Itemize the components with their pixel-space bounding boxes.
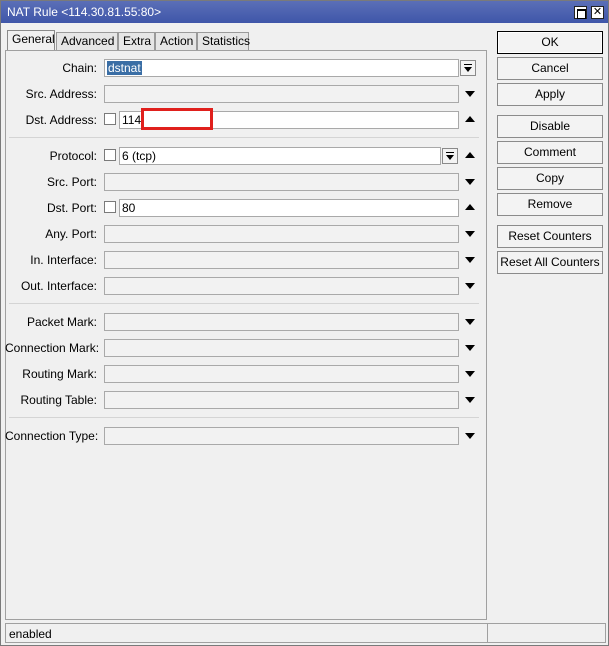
routing-mark-field[interactable] bbox=[104, 365, 459, 383]
dst-port-value: 80 bbox=[122, 201, 136, 215]
comment-button[interactable]: Comment bbox=[497, 141, 603, 164]
packet-mark-expand-icon[interactable] bbox=[463, 315, 477, 329]
connection-mark-expand-icon[interactable] bbox=[463, 341, 477, 355]
maximize-icon[interactable] bbox=[574, 6, 587, 19]
connection-mark-field[interactable] bbox=[104, 339, 459, 357]
copy-button[interactable]: Copy bbox=[497, 167, 603, 190]
dst-port-label: Dst. Port: bbox=[46, 201, 97, 215]
any-port-field[interactable] bbox=[104, 225, 459, 243]
protocol-value: 6 (tcp) bbox=[122, 149, 157, 163]
connection-mark-label: Connection Mark: bbox=[5, 341, 100, 355]
packet-mark-label: Packet Mark: bbox=[26, 315, 97, 329]
dst-address-value: 114 bbox=[122, 113, 142, 127]
status-bar: enabled bbox=[5, 623, 606, 643]
tab-extra[interactable]: Extra bbox=[118, 32, 155, 50]
title-bar[interactable]: NAT Rule <114.30.81.55:80> ✕ bbox=[1, 1, 608, 23]
chain-dropdown-icon[interactable] bbox=[460, 60, 476, 76]
packet-mark-field[interactable] bbox=[104, 313, 459, 331]
reset-all-counters-button[interactable]: Reset All Counters bbox=[497, 251, 603, 274]
any-port-expand-icon[interactable] bbox=[463, 227, 477, 241]
reset-counters-button[interactable]: Reset Counters bbox=[497, 225, 603, 248]
src-address-field[interactable] bbox=[104, 85, 459, 103]
src-port-expand-icon[interactable] bbox=[463, 175, 477, 189]
src-port-field[interactable] bbox=[104, 173, 459, 191]
routing-table-expand-icon[interactable] bbox=[463, 393, 477, 407]
tab-action[interactable]: Action bbox=[155, 32, 197, 50]
dst-port-field[interactable]: 80 bbox=[119, 199, 459, 217]
dst-address-label: Dst. Address: bbox=[25, 113, 97, 127]
tab-statistics[interactable]: Statistics bbox=[197, 32, 250, 50]
out-interface-expand-icon[interactable] bbox=[463, 279, 477, 293]
chain-field[interactable]: dstnat bbox=[104, 59, 459, 77]
connection-type-field[interactable] bbox=[104, 427, 459, 445]
protocol-dropdown-icon[interactable] bbox=[442, 148, 458, 164]
routing-table-label: Routing Table: bbox=[20, 393, 98, 407]
src-address-label: Src. Address: bbox=[25, 87, 97, 101]
tab-general[interactable]: General bbox=[7, 30, 55, 51]
remove-button[interactable]: Remove bbox=[497, 193, 603, 216]
dst-address-negate-checkbox[interactable] bbox=[104, 113, 116, 125]
protocol-label: Protocol: bbox=[49, 149, 97, 163]
nat-rule-window: NAT Rule <114.30.81.55:80> ✕ General Adv… bbox=[0, 0, 609, 646]
status-text: enabled bbox=[9, 627, 52, 641]
protocol-negate-checkbox[interactable] bbox=[104, 149, 116, 161]
ok-button[interactable]: OK bbox=[497, 31, 603, 54]
disable-button[interactable]: Disable bbox=[497, 115, 603, 138]
out-interface-label: Out. Interface: bbox=[20, 279, 97, 293]
chain-value: dstnat bbox=[107, 61, 142, 75]
dst-port-negate-checkbox[interactable] bbox=[104, 201, 116, 213]
out-interface-field[interactable] bbox=[104, 277, 459, 295]
connection-type-expand-icon[interactable] bbox=[463, 429, 477, 443]
in-interface-label: In. Interface: bbox=[30, 253, 97, 267]
dst-address-collapse-icon[interactable] bbox=[463, 113, 477, 127]
in-interface-field[interactable] bbox=[104, 251, 459, 269]
cancel-button[interactable]: Cancel bbox=[497, 57, 603, 80]
routing-mark-expand-icon[interactable] bbox=[463, 367, 477, 381]
protocol-field[interactable]: 6 (tcp) bbox=[119, 147, 441, 165]
chain-label: Chain: bbox=[62, 61, 97, 75]
in-interface-expand-icon[interactable] bbox=[463, 253, 477, 267]
tab-advanced[interactable]: Advanced bbox=[56, 32, 118, 50]
separator bbox=[9, 417, 479, 418]
separator bbox=[9, 303, 479, 304]
routing-mark-label: Routing Mark: bbox=[22, 367, 97, 381]
close-icon[interactable]: ✕ bbox=[591, 6, 604, 19]
status-divider bbox=[487, 623, 488, 643]
dst-port-collapse-icon[interactable] bbox=[463, 201, 477, 215]
general-panel bbox=[5, 50, 487, 620]
protocol-collapse-icon[interactable] bbox=[463, 149, 477, 163]
src-port-label: Src. Port: bbox=[46, 175, 97, 189]
src-address-expand-icon[interactable] bbox=[463, 87, 477, 101]
redaction-box bbox=[141, 108, 213, 130]
apply-button[interactable]: Apply bbox=[497, 83, 603, 106]
connection-type-label: Connection Type: bbox=[5, 429, 99, 443]
any-port-label: Any. Port: bbox=[45, 227, 97, 241]
window-title: NAT Rule <114.30.81.55:80> bbox=[7, 5, 162, 19]
separator bbox=[9, 137, 479, 138]
routing-table-field[interactable] bbox=[104, 391, 459, 409]
